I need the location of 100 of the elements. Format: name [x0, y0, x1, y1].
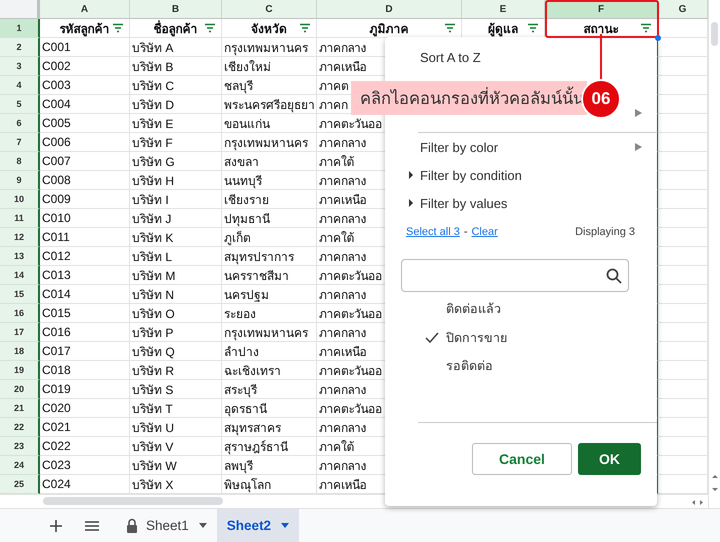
table-cell: กรุงเทพมหานคร	[222, 38, 317, 57]
row-number[interactable]: 12	[0, 228, 40, 247]
table-cell: ลำปาง	[222, 342, 317, 361]
table-cell: บริษัท Q	[130, 342, 222, 361]
row-number[interactable]: 16	[0, 304, 40, 323]
search-field[interactable]	[401, 259, 629, 292]
submenu-arrow-icon[interactable]	[635, 109, 642, 117]
table-cell: บริษัท J	[130, 209, 222, 228]
table-cell: บริษัท K	[130, 228, 222, 247]
table-cell: บริษัท L	[130, 247, 222, 266]
table-cell: บริษัท M	[130, 266, 222, 285]
table-cell: พระนครศรีอยุธยา	[222, 95, 317, 114]
table-cell: กรุงเทพมหานคร	[222, 323, 317, 342]
expand-arrow-icon[interactable]	[408, 199, 414, 207]
table-cell: ระยอง	[222, 304, 317, 323]
filter-icon[interactable]	[640, 23, 652, 33]
row-number[interactable]: 23	[0, 437, 40, 456]
row-number[interactable]: 22	[0, 418, 40, 437]
column-header[interactable]: E	[462, 0, 545, 19]
column-header[interactable]: G	[658, 0, 708, 19]
filter-icon[interactable]	[112, 23, 124, 33]
row-number[interactable]: 9	[0, 171, 40, 190]
table-cell: C014	[40, 285, 130, 304]
table-cell: C001	[40, 38, 130, 57]
scrollbar-thumb[interactable]	[711, 22, 718, 46]
table-cell: พิษณุโลก	[222, 475, 317, 494]
table-cell: เชียงใหม่	[222, 57, 317, 76]
caret-icon	[281, 523, 290, 528]
search-icon[interactable]	[606, 268, 622, 284]
table-cell: ลพบุรี	[222, 456, 317, 475]
table-cell: C008	[40, 171, 130, 190]
row-number[interactable]: 8	[0, 152, 40, 171]
table-cell: กรุงเทพมหานคร	[222, 133, 317, 152]
table-cell: บริษัท S	[130, 380, 222, 399]
checkmark-icon[interactable]	[425, 332, 439, 344]
table-cell: C018	[40, 361, 130, 380]
row-number[interactable]: 2	[0, 38, 40, 57]
table-cell: บริษัท O	[130, 304, 222, 323]
column-header[interactable]: A	[40, 0, 130, 19]
filter-icon[interactable]	[204, 23, 216, 33]
row-number[interactable]: 10	[0, 190, 40, 209]
row-number[interactable]: 13	[0, 247, 40, 266]
table-cell: สมุทรสาคร	[222, 418, 317, 437]
row-number[interactable]: 25	[0, 475, 40, 494]
table-cell: C009	[40, 190, 130, 209]
column-header[interactable]: B	[130, 0, 222, 19]
selection-handle[interactable]	[655, 35, 661, 41]
filter-icon[interactable]	[299, 23, 311, 33]
table-cell: บริษัท B	[130, 57, 222, 76]
table-cell: บริษัท I	[130, 190, 222, 209]
table-cell: C022	[40, 437, 130, 456]
table-cell: C017	[40, 342, 130, 361]
row-number[interactable]: 11	[0, 209, 40, 228]
sheet-tab[interactable]: Sheet1	[116, 509, 217, 542]
row-number[interactable]: 3	[0, 57, 40, 76]
cancel-button[interactable]: Cancel	[472, 443, 572, 475]
header-text: จังหวัด	[251, 20, 287, 38]
row-number[interactable]: 4	[0, 76, 40, 95]
row-number[interactable]: 5	[0, 95, 40, 114]
select-all-link[interactable]: Select all 3	[406, 226, 460, 238]
row-number[interactable]: 20	[0, 380, 40, 399]
plus-icon	[50, 520, 62, 532]
filter-icon[interactable]	[527, 23, 539, 33]
row-number[interactable]: 21	[0, 399, 40, 418]
table-cell: C015	[40, 304, 130, 323]
row-number[interactable]: 17	[0, 323, 40, 342]
row-number[interactable]: 14	[0, 266, 40, 285]
table-cell: C010	[40, 209, 130, 228]
ok-button[interactable]: OK	[578, 443, 641, 475]
column-header[interactable]: C	[222, 0, 317, 19]
row-number[interactable]: 15	[0, 285, 40, 304]
scrollbar-thumb[interactable]	[43, 497, 223, 505]
row-number[interactable]: 19	[0, 361, 40, 380]
clear-link[interactable]: Clear	[471, 226, 498, 238]
table-cell: เชียงราย	[222, 190, 317, 209]
header-text: ผู้ดูแล	[488, 20, 518, 38]
table-cell: C019	[40, 380, 130, 399]
table-cell: สระบุรี	[222, 380, 317, 399]
header-text: รหัสลูกค้า	[60, 20, 110, 38]
column-header[interactable]: D	[317, 0, 462, 19]
row-number[interactable]: 24	[0, 456, 40, 475]
row-number[interactable]: 18	[0, 342, 40, 361]
table-cell: ภูเก็ต	[222, 228, 317, 247]
table-cell: อุดรธานี	[222, 399, 317, 418]
table-cell: C024	[40, 475, 130, 494]
submenu-arrow-icon[interactable]	[635, 143, 642, 151]
table-cell: บริษัท R	[130, 361, 222, 380]
table-cell: ปทุมธานี	[222, 209, 317, 228]
row-number[interactable]: 7	[0, 133, 40, 152]
table-cell: นครราชสีมา	[222, 266, 317, 285]
filter-icon[interactable]	[444, 23, 456, 33]
table-cell: C016	[40, 323, 130, 342]
table-cell: บริษัท W	[130, 456, 222, 475]
header-text: สถานะ	[584, 20, 618, 38]
table-cell: C023	[40, 456, 130, 475]
row-number[interactable]: 6	[0, 114, 40, 133]
sheet-tab[interactable]: Sheet2	[216, 509, 300, 542]
expand-arrow-icon[interactable]	[408, 171, 414, 179]
displaying-count: Displaying 3	[575, 226, 635, 238]
row-number[interactable]: 1	[0, 19, 40, 38]
